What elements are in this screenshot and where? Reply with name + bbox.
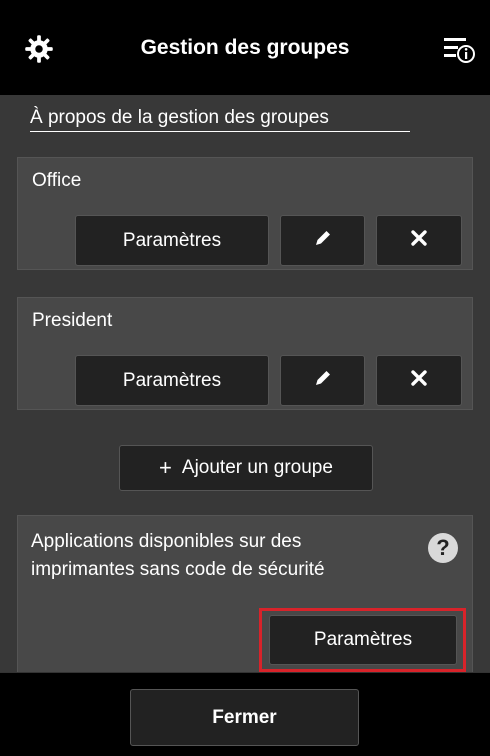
edit-group-button[interactable] bbox=[280, 355, 365, 406]
group-settings-button[interactable]: Paramètres bbox=[75, 215, 269, 266]
group-card-office: Office Paramètres bbox=[17, 157, 473, 270]
close-icon bbox=[410, 229, 428, 253]
page-title: Gestion des groupes bbox=[140, 35, 350, 59]
apps-settings-button[interactable]: Paramètres bbox=[269, 615, 457, 665]
add-group-label: Ajouter un groupe bbox=[181, 457, 333, 478]
menu-info-icon[interactable] bbox=[438, 28, 480, 70]
add-group-button[interactable]: + Ajouter un groupe bbox=[119, 445, 373, 491]
apps-description: Applications disponibles sur des imprima… bbox=[31, 531, 325, 580]
footer-bar: Fermer bbox=[0, 672, 490, 756]
group-name: President bbox=[32, 310, 113, 331]
main-content: À propos de la gestion des groupes Offic… bbox=[0, 95, 490, 672]
pencil-icon bbox=[313, 368, 333, 394]
close-icon bbox=[410, 369, 428, 393]
help-icon[interactable]: ? bbox=[428, 533, 458, 563]
group-settings-button[interactable]: Paramètres bbox=[75, 355, 269, 406]
pencil-icon bbox=[313, 228, 333, 254]
about-group-management-link[interactable]: À propos de la gestion des groupes bbox=[30, 107, 410, 132]
delete-group-button[interactable] bbox=[376, 215, 462, 266]
app-header: Gestion des groupes bbox=[0, 0, 490, 95]
group-name: Office bbox=[32, 170, 82, 191]
edit-group-button[interactable] bbox=[280, 215, 365, 266]
delete-group-button[interactable] bbox=[376, 355, 462, 406]
apps-without-security-code-section: Applications disponibles sur des imprima… bbox=[17, 515, 473, 672]
group-card-president: President Paramètres bbox=[17, 297, 473, 410]
plus-icon: + bbox=[159, 455, 172, 480]
gear-icon[interactable] bbox=[18, 28, 60, 70]
close-button[interactable]: Fermer bbox=[130, 689, 359, 746]
